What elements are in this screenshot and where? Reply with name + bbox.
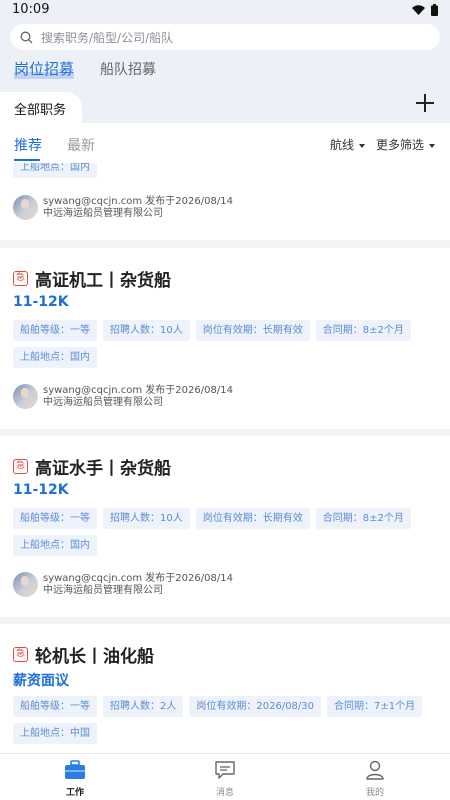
job-card-partial[interactable]: 上船地点：国内 sywang@cqcjn.com 发布于2026/08/14 中… (0, 163, 450, 240)
caret-down-icon (359, 143, 366, 148)
wifi-icon (412, 5, 425, 15)
company-name: 中远海运船员管理有限公司 (43, 584, 163, 596)
job-tag: 招聘人数：2人 (103, 696, 184, 717)
route-filter-label: 航线 (330, 138, 355, 152)
job-tags: 船舶等级：一等 招聘人数：10人 岗位有效期：长期有效 合同期：8±2个月 上船… (13, 320, 433, 368)
job-tag: 上船地点：中国 (13, 723, 97, 744)
tab-profile[interactable]: 我的 (335, 760, 415, 798)
search-placeholder: 搜索职务/船型/公司/船队 (41, 30, 174, 45)
battery-icon (431, 4, 438, 16)
route-filter[interactable]: 航线 (330, 136, 366, 153)
job-salary: 11-12K (13, 482, 69, 498)
bottom-tab-bar: 工作 消息 我的 (0, 753, 450, 800)
poster-info: sywang@cqcjn.com 发布于2026/08/14 中远海运船员管理有… (13, 195, 233, 220)
job-title: 高证水手丨杂货船 (35, 459, 171, 479)
search-input[interactable]: 搜索职务/船型/公司/船队 (10, 24, 440, 50)
poster-line: sywang@cqcjn.com 发布于2026/08/14 (43, 384, 233, 396)
job-salary: 11-12K (13, 294, 69, 310)
tab-messages-label: 消息 (215, 788, 234, 798)
briefcase-icon (65, 760, 85, 779)
system-icons (412, 4, 438, 16)
job-tag: 岗位有效期：长期有效 (195, 508, 310, 529)
job-tags: 船舶等级：一等 招聘人数：2人 岗位有效期：2026/08/30 合同期：7±1… (13, 696, 433, 744)
message-icon (215, 761, 235, 779)
job-tag: 上船地点：国内 (13, 347, 97, 368)
job-tag: 合同期：8±2个月 (315, 320, 411, 341)
tab-messages[interactable]: 消息 (185, 760, 265, 798)
job-title: 轮机长丨油化船 (35, 647, 154, 667)
category-bar: 全部职务 (0, 90, 450, 123)
company-name: 中远海运船员管理有限公司 (43, 207, 163, 219)
job-tag: 招聘人数：10人 (103, 508, 190, 529)
urgent-badge: 急 (13, 459, 28, 474)
avatar (13, 195, 38, 220)
poster-line: sywang@cqcjn.com 发布于2026/08/14 (43, 195, 233, 207)
company-name: 中远海运船员管理有限公司 (43, 396, 163, 408)
tab-latest[interactable]: 最新 (67, 135, 95, 155)
job-salary: 薪资面议 (13, 673, 69, 689)
job-tag: 合同期：7±1个月 (327, 696, 423, 717)
job-tag: 船舶等级：一等 (13, 696, 97, 717)
job-card[interactable]: 急 轮机长丨油化船 薪资面议 船舶等级：一等 招聘人数：2人 岗位有效期：202… (0, 624, 450, 753)
tab-fleet-recruit[interactable]: 船队招募 (100, 59, 156, 79)
job-tag: 船舶等级：一等 (13, 508, 97, 529)
job-tag: 岗位有效期：2026/08/30 (189, 696, 322, 717)
tab-work[interactable]: 工作 (35, 760, 115, 798)
header: 搜索职务/船型/公司/船队 岗位招募 船队招募 全部职务 (0, 20, 450, 123)
job-tag: 上船地点：国内 (13, 535, 97, 556)
job-tag: 岗位有效期：长期有效 (195, 320, 310, 341)
job-feed[interactable]: 上船地点：国内 sywang@cqcjn.com 发布于2026/08/14 中… (0, 163, 450, 753)
job-card[interactable]: 急 高证机工丨杂货船 11-12K 船舶等级：一等 招聘人数：10人 岗位有效期… (0, 248, 450, 429)
tab-profile-label: 我的 (365, 788, 384, 798)
tab-recommended[interactable]: 推荐 (14, 135, 42, 161)
more-filters[interactable]: 更多筛选 (376, 136, 436, 153)
urgent-badge: 急 (13, 647, 28, 662)
category-all-jobs[interactable]: 全部职务 (0, 92, 82, 123)
status-time: 10:09 (12, 2, 50, 17)
caret-down-icon (429, 143, 436, 148)
job-tag: 合同期：8±2个月 (315, 508, 411, 529)
job-tag: 船舶等级：一等 (13, 320, 97, 341)
job-card[interactable]: 急 高证水手丨杂货船 11-12K 船舶等级：一等 招聘人数：10人 岗位有效期… (0, 436, 450, 617)
status-bar: 10:09 (0, 0, 450, 20)
poster-info: sywang@cqcjn.com 发布于2026/08/14 中远海运船员管理有… (13, 384, 233, 409)
main-tabs: 岗位招募 船队招募 (14, 58, 156, 79)
avatar (13, 384, 38, 409)
more-filters-label: 更多筛选 (376, 138, 425, 152)
job-title: 高证机工丨杂货船 (35, 271, 171, 291)
filter-bar: 推荐 最新 航线 更多筛选 (0, 123, 450, 163)
search-icon (20, 31, 33, 43)
urgent-badge: 急 (13, 271, 28, 286)
avatar (13, 572, 38, 597)
job-tag: 上船地点：国内 (13, 163, 97, 178)
poster-line: sywang@cqcjn.com 发布于2026/08/14 (43, 572, 233, 584)
poster-info: sywang@cqcjn.com 发布于2026/08/14 中远海运船员管理有… (13, 572, 233, 597)
job-tag: 招聘人数：10人 (103, 320, 190, 341)
tab-job-recruit[interactable]: 岗位招募 (14, 58, 75, 79)
add-icon[interactable] (416, 94, 434, 112)
profile-icon (366, 760, 384, 780)
job-tags: 船舶等级：一等 招聘人数：10人 岗位有效期：长期有效 合同期：8±2个月 上船… (13, 508, 433, 556)
tab-work-label: 工作 (65, 788, 84, 798)
